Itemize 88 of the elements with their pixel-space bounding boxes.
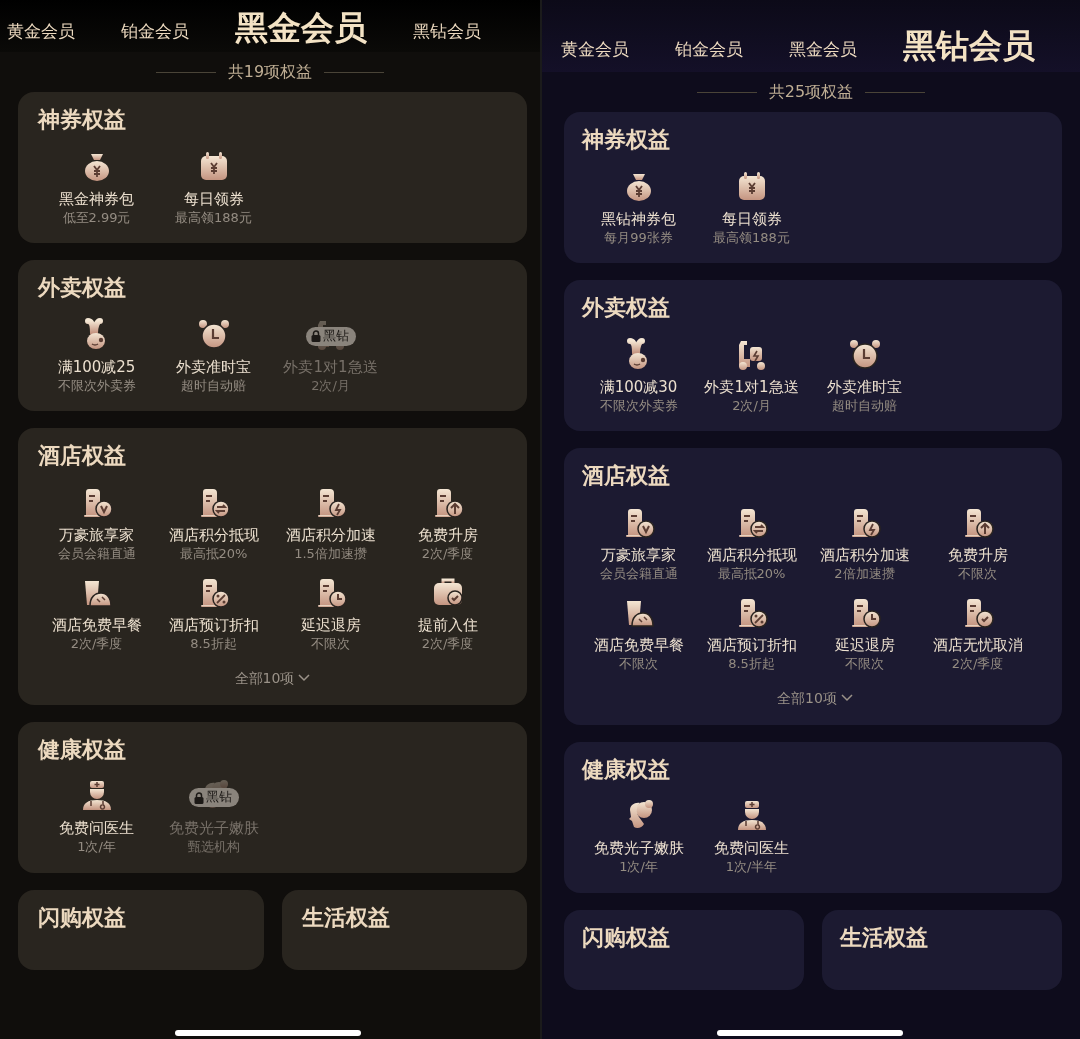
benefit-note: 1.5倍加速攒 [294,544,367,563]
benefit-note: 1次/年 [619,858,658,877]
benefit-name[interactable]: 酒店积分加速 [285,524,376,545]
benefit-note: 最高抵20% [717,564,786,583]
benefit-name[interactable]: 酒店预订折扣 [706,635,797,656]
benefit-note: 2次/月 [732,396,771,415]
benefit-name[interactable]: 免费光子嫩肤 [593,838,684,859]
benefit-name[interactable]: 提前入住 [417,615,478,636]
benefit-note: 2次/季度 [951,655,1004,674]
show-all-link[interactable]: 全部10项 [234,667,311,689]
benefit-name[interactable]: 万豪旅享家 [59,524,134,545]
benefit-note: 8.5折起 [190,635,237,654]
benefit-name[interactable]: 延迟退房 [300,615,361,636]
benefit-note: 不限次外卖券 [599,396,678,415]
membership-tab[interactable]: 黄金会员 [7,23,75,40]
benefit-note: 会员会籍直通 [599,564,678,583]
membership-tab[interactable]: 铂金会员 [121,23,189,40]
benefit-name[interactable]: 酒店积分抵现 [706,544,797,565]
benefit-note: 不限次外卖券 [57,376,136,395]
benefit-name[interactable]: 免费问医生 [59,818,134,839]
benefit-name[interactable]: 黑金神券包 [59,188,134,209]
benefit-count: 共19项权益 [227,61,313,83]
section-title: 神券权益 [38,106,127,134]
benefit-note: 不限次 [845,655,884,674]
lock-icon [310,330,321,343]
benefit-note: 超时自动赔 [832,396,897,415]
benefit-name[interactable]: 酒店积分抵现 [168,524,259,545]
chevron-down-icon [298,674,311,683]
section-title: 生活权益 [301,903,391,932]
benefit-note: 最高领188元 [713,228,790,247]
benefit-note: 2次/季度 [70,635,123,654]
benefit-note: 甄选机构 [187,838,240,857]
benefit-note: 最高抵20% [179,544,248,563]
section-title: 生活权益 [840,923,929,952]
benefit-name[interactable]: 外卖准时宝 [176,356,251,377]
benefit-name[interactable]: 酒店预订折扣 [168,615,259,636]
section-title: 健康权益 [38,735,127,764]
membership-tab[interactable]: 黑钻会员 [903,29,1035,62]
benefit-count: 共25项权益 [768,81,854,103]
benefit-note: 每月99张券 [604,228,673,247]
benefit-name[interactable]: 每日领券 [183,188,244,209]
section-title: 外卖权益 [582,294,671,323]
benefit-note: 不限次 [619,655,658,674]
membership-tab[interactable]: 黑钻会员 [413,23,481,40]
membership-tab[interactable]: 黑金会员 [235,11,367,44]
benefit-name[interactable]: 黑钻神券包 [601,208,676,229]
section-title: 神券权益 [582,126,671,154]
benefit-name[interactable]: 酒店无忧取消 [932,635,1023,656]
section-title: 健康权益 [582,755,671,784]
section-title: 外卖权益 [38,274,127,303]
benefit-note: 2次/季度 [421,635,474,654]
benefit-note: 不限次 [311,635,350,654]
membership-tab[interactable]: 黄金会员 [561,41,629,58]
benefit-name[interactable]: 免费升房 [417,524,478,545]
chevron-down-icon [840,694,853,703]
lock-icon [193,791,204,804]
benefit-name[interactable]: 酒店免费早餐 [593,635,684,656]
benefit-name[interactable]: 酒店免费早餐 [51,615,142,636]
section-title: 闪购权益 [582,923,671,952]
benefit-note: 8.5折起 [728,655,775,674]
benefit-note: 2次/月 [311,376,350,395]
benefit-note: 会员会籍直通 [57,544,136,563]
benefit-name[interactable]: 外卖1对1急送 [704,376,799,397]
benefit-name[interactable]: 免费问医生 [714,838,789,859]
badge-label: 黑钻 [205,789,232,806]
section-title: 酒店权益 [38,442,127,471]
benefit-name[interactable]: 满100减30 [599,376,678,397]
benefit-note: 1次/年 [77,838,116,857]
benefit-note: 最高领188元 [175,208,252,227]
badge-label: 黑钻 [322,327,349,345]
benefit-note: 不限次 [958,564,997,583]
benefit-name[interactable]: 延迟退房 [834,635,895,656]
show-all-link[interactable]: 全部10项 [777,687,853,709]
benefit-note: 2倍加速攒 [834,564,895,583]
benefit-note: 超时自动赔 [181,376,246,395]
benefit-note: 1次/半年 [725,858,778,877]
membership-tab[interactable]: 黑金会员 [789,41,857,58]
benefit-note: 低至2.99元 [62,208,131,227]
membership-tab[interactable]: 铂金会员 [675,41,743,58]
benefit-name[interactable]: 满100减25 [57,356,136,377]
benefit-name[interactable]: 免费升房 [947,544,1008,565]
benefit-name[interactable]: 外卖准时宝 [827,376,902,397]
benefit-note: 2次/季度 [421,544,474,563]
section-title: 闪购权益 [38,903,127,932]
section-title: 酒店权益 [582,462,671,491]
benefit-name[interactable]: 酒店积分加速 [819,544,910,565]
benefit-name[interactable]: 万豪旅享家 [601,544,676,565]
benefit-name[interactable]: 每日领券 [721,208,782,229]
